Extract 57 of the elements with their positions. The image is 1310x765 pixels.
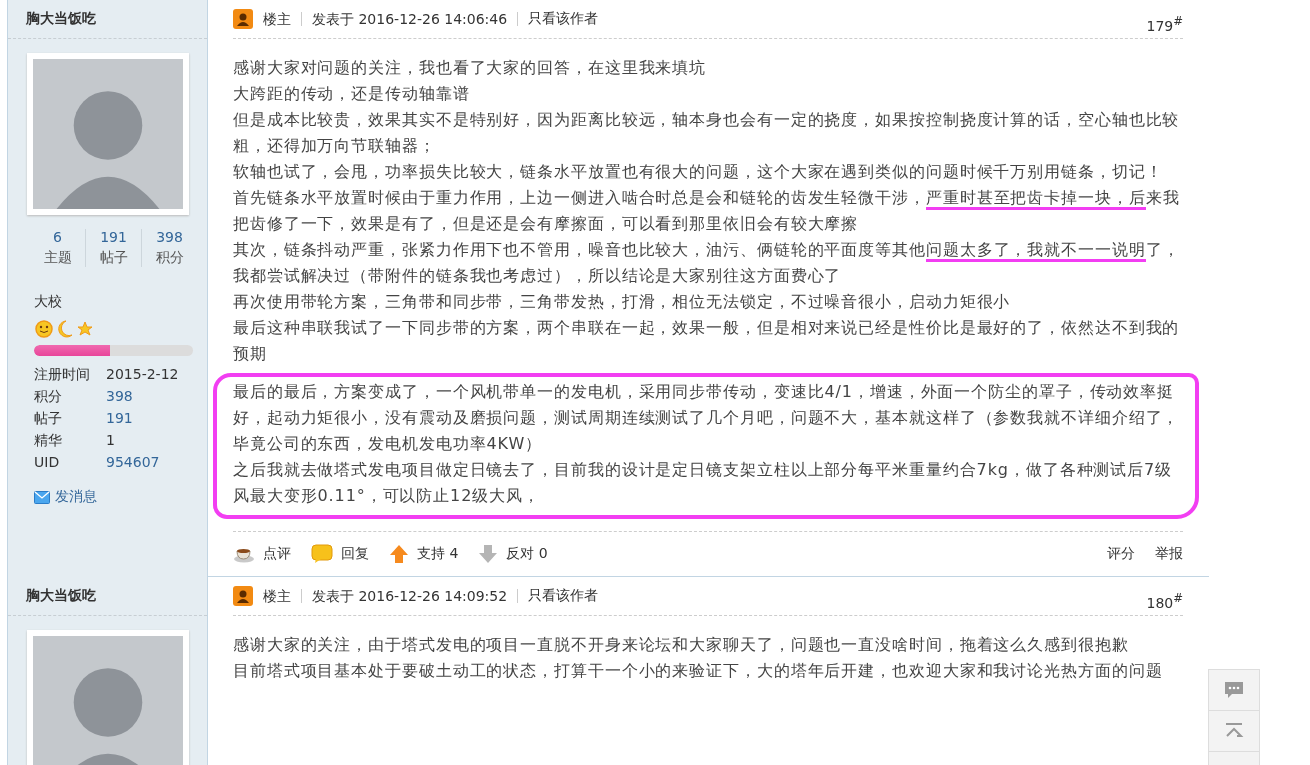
post-paragraph: 感谢大家对问题的关注，我也看了大家的回答，在这里我来填坑	[233, 57, 708, 79]
up-arrow-icon	[389, 544, 409, 564]
post-paragraph: 其次，链条抖动严重，张紧力作用下也不管用，噪音也比较大，油污、俩链轮的平面度等其他问题太多了，我就不一一说明了，我都尝试解决过（带附件的链条我也考虑过），所以结论是大家别往这方面费心了	[233, 239, 1181, 287]
post-paragraph: 但是成本比较贵，效果其实不是特别好，因为距离比较远，轴本身也会有一定的挠度，如果按控制挠度计算的话，空心轴也比较粗，还得加万向节联轴器；	[233, 109, 1181, 157]
action-link[interactable]: 举报	[1155, 545, 1183, 563]
post-paragraph: 首先链条水平放置时候由于重力作用，上边一侧进入啮合时总是会和链轮的齿发生轻微干涉，严重时甚至把齿卡掉一块，后来我把齿修了一下，效果是有了，但是还是会有摩擦面，可以看到那里依旧会有较大摩擦	[233, 187, 1181, 235]
info-label: 精华	[34, 432, 63, 450]
user-badge-icon	[233, 9, 253, 29]
floor-number[interactable]: 179$^{#}$	[1146, 14, 1183, 34]
only-author-link[interactable]: 只看该作者	[528, 10, 609, 28]
action-link[interactable]: 点评	[233, 545, 291, 563]
info-value[interactable]: 954607	[106, 454, 207, 470]
author-name[interactable]: 胸大当饭吃	[8, 0, 207, 39]
only-author-link[interactable]: 只看该作者	[528, 587, 609, 605]
info-label: 积分	[34, 388, 63, 406]
author-badge: 楼主	[263, 12, 302, 26]
post-paragraph: 大跨距的传动，还是传动轴靠谱	[233, 83, 471, 105]
comment-button[interactable]	[1208, 669, 1260, 711]
speech-bubble-icon	[311, 544, 333, 564]
info-label: 帖子	[34, 410, 63, 428]
back-to-top-icon	[1224, 722, 1244, 740]
speech-bubble-icon	[1223, 680, 1245, 700]
info-value: 2015-2-12	[106, 366, 180, 384]
stat-value[interactable]: 191	[100, 229, 127, 245]
post-paragraph: 最后的最后，方案变成了，一个风机带单一的发电机，采用同步带传动，变速比4/1，增速，外面一个防尘的罩子，传动效率挺好，起动力矩很小，没有震动及磨损问题，测试周期连续测试了几个月吧，问题不大，基本就这样了（参数我就不详细介绍了，毕竟公司的东西，发电机发电功率4KW）	[233, 381, 1181, 455]
info-label: UID	[34, 454, 61, 470]
rank-title: 大校	[34, 293, 63, 311]
post-time: 发表于 2016-12-26 14:09:52	[312, 589, 519, 603]
floor-number[interactable]: 180$^{#}$	[1146, 591, 1183, 611]
user-badge-icon	[233, 586, 253, 606]
stat-label: 帖子	[99, 249, 128, 267]
info-value[interactable]: 191	[106, 410, 207, 428]
action-link[interactable]: 支持 4	[389, 544, 459, 564]
avatar[interactable]	[26, 630, 189, 765]
post-time: 发表于 2016-12-26 14:06:46	[312, 12, 519, 26]
send-message-link[interactable]: 发消息	[55, 488, 97, 506]
stat-label: 主题	[43, 249, 72, 267]
envelope-icon[interactable]	[34, 490, 50, 504]
author-badge: 楼主	[263, 589, 302, 603]
post-paragraph: 软轴也试了，会甩，功率损失比较大，链条水平放置也有很大的问题，这个大家在遇到类似的问题时候千万别用链条，切记！	[233, 161, 1164, 183]
stat-value[interactable]: 6	[53, 229, 62, 245]
post-paragraph: 感谢大家的关注，由于塔式发电的项目一直脱不开身来论坛和大家聊天了，问题也一直没啥时间，拖着这么久感到很抱歉	[233, 634, 1130, 656]
stat-label: 积分	[155, 249, 184, 267]
action-link[interactable]: 回复	[311, 544, 369, 564]
action-link[interactable]: 反对 0	[478, 544, 548, 564]
avatar[interactable]	[26, 53, 189, 215]
back-to-top-button[interactable]	[1208, 710, 1260, 752]
info-value: 1	[106, 432, 116, 450]
post-paragraph: 目前塔式项目基本处于要破土动工的状态，打算干一个小的来验证下，大的塔年后开建，也欢迎大家和我讨论光热方面的问题	[233, 660, 1164, 682]
post-paragraph: 之后我就去做塔式发电项目做定日镜去了，目前我的设计是定日镜支架立柱以上部分每平米重量约合7kg，做了各种测试后7级风最大变形0.11°，可以防止12级大风，	[233, 459, 1174, 507]
post-paragraph: 再次使用带轮方案，三角带和同步带，三角带发热，打滑，相位无法锁定，不过噪音很小，启动力矩很小	[233, 291, 1012, 313]
action-link[interactable]: 评分	[1107, 545, 1135, 563]
info-label: 注册时间	[34, 366, 91, 384]
post-paragraph: 最后这种串联我试了一下同步带的方案，两个串联在一起，效果一般，但是相对来说已经是性价比是最好的了，依然达不到我的预期	[233, 317, 1181, 365]
down-arrow-icon	[478, 544, 499, 564]
stat-value[interactable]: 398	[156, 229, 183, 245]
info-value[interactable]: 398	[106, 388, 207, 406]
